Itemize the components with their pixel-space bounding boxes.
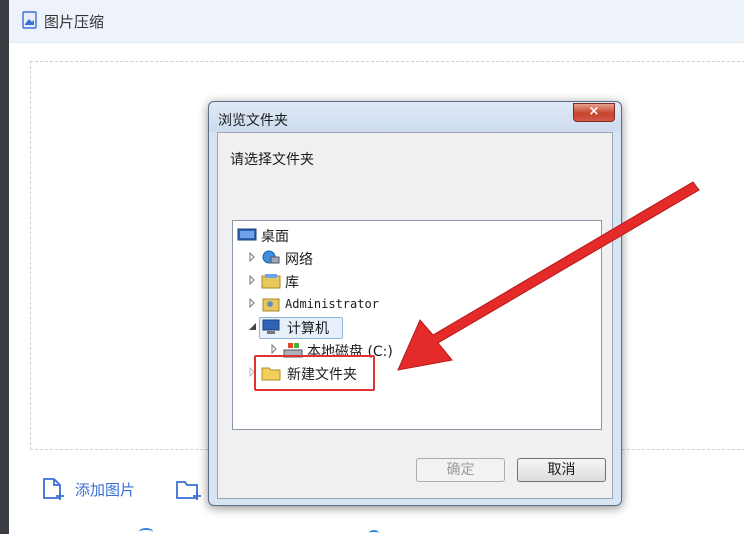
ok-button[interactable]: 确定 — [416, 458, 505, 482]
cancel-button[interactable]: 取消 — [517, 458, 606, 482]
dialog-body: 请选择文件夹 桌面 网络 库 Administrator 计算机 本地磁盘 (C… — [217, 132, 613, 499]
tree-item-network[interactable]: 网络 — [247, 248, 447, 268]
folder-tree[interactable]: 桌面 网络 库 Administrator 计算机 本地磁盘 (C:) 新建文件… — [232, 220, 602, 430]
dialog-title: 浏览文件夹 — [218, 113, 288, 129]
tree-label: 库 — [285, 275, 299, 291]
tree-item-desktop[interactable]: 桌面 — [237, 225, 437, 245]
expand-arrow-icon — [249, 252, 255, 262]
add-folder-icon — [176, 481, 201, 500]
computer-icon — [262, 319, 280, 334]
app-title: 图片压缩 — [44, 13, 105, 31]
tree-label: 桌面 — [261, 229, 289, 245]
network-icon — [262, 250, 280, 264]
left-edge — [0, 0, 9, 534]
add-image-label: 添加图片 — [75, 481, 136, 499]
expand-arrow-icon — [271, 344, 277, 354]
user-folder-icon — [262, 298, 280, 312]
tree-item-library[interactable]: 库 — [247, 271, 447, 291]
tree-label: Administrator — [285, 297, 379, 311]
dialog-prompt: 请选择文件夹 — [230, 152, 314, 168]
tree-item-administrator[interactable]: Administrator — [247, 294, 447, 314]
partial-icon — [139, 528, 153, 536]
dialog-titlebar: 浏览文件夹 × — [209, 102, 621, 132]
app-header: 图片压缩 — [9, 0, 744, 43]
collapse-arrow-icon — [249, 323, 256, 330]
annotation-highlight-box — [254, 355, 375, 391]
tree-label: 网络 — [285, 252, 313, 268]
add-file-icon — [43, 478, 64, 500]
expand-arrow-icon — [249, 298, 255, 308]
image-file-icon — [22, 11, 37, 29]
desktop-icon — [237, 228, 257, 241]
browse-folder-dialog: 浏览文件夹 × 请选择文件夹 桌面 网络 库 Administrator 计算机… — [208, 101, 622, 506]
library-icon — [261, 274, 281, 289]
tree-item-computer[interactable]: 计算机 — [247, 317, 447, 337]
add-folder-button[interactable] — [175, 478, 201, 502]
close-button[interactable]: × — [573, 103, 615, 122]
partial-icon — [369, 530, 379, 536]
tree-label: 计算机 — [287, 321, 329, 337]
expand-arrow-icon — [249, 275, 255, 285]
